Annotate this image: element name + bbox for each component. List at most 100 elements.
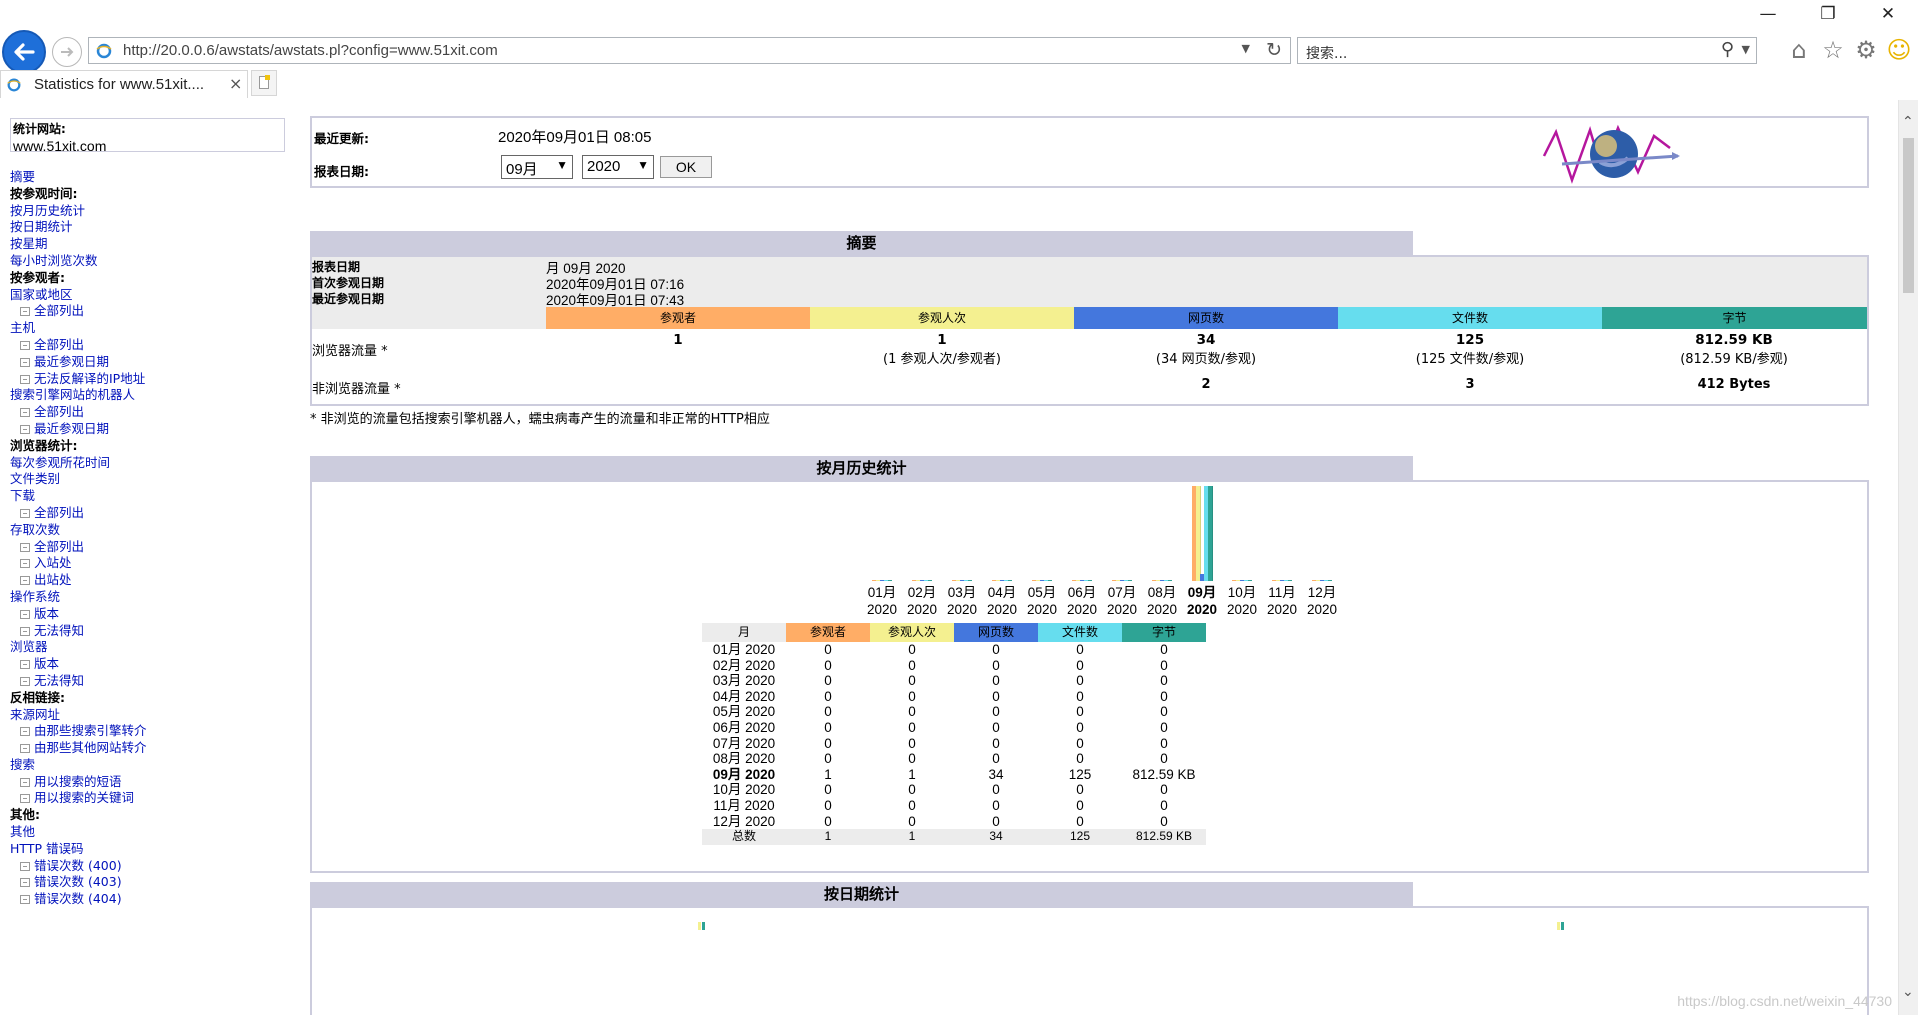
menu-link[interactable]: 最近参观日期 [10,421,290,438]
menu-item-label: 用以搜索的短语 [34,773,122,789]
address-dropdown-icon[interactable]: ▼ [1242,42,1250,55]
menu-link[interactable]: 主机 [10,320,290,337]
submenu-bullet-icon [20,542,30,552]
scroll-up-icon[interactable]: ⌃ [1902,114,1914,130]
favorites-star-icon[interactable]: ☆ [1818,36,1848,64]
menu-link[interactable]: 入站处 [10,555,290,572]
menu-link[interactable]: 错误次数 (403) [10,874,290,891]
month-axis-year: 2020 [906,602,938,617]
address-bar[interactable]: http://20.0.0.6/awstats/awstats.pl?confi… [88,37,1291,64]
back-button[interactable] [2,30,46,74]
menu-link[interactable]: 按星期 [10,236,290,253]
menu-item-label: 其他 [10,824,36,840]
browser-traffic-value: 1 [937,332,947,348]
menu-link[interactable]: 浏览器 [10,639,290,656]
month-bar [1008,580,1012,581]
menu-link[interactable]: 全部列出 [10,505,290,522]
menu-link[interactable]: 搜索引擎网站的机器人 [10,387,290,404]
submenu-bullet-icon [20,576,30,586]
menu-link[interactable]: 摘要 [10,169,290,186]
menu-item-label: 用以搜索的关键词 [34,790,135,806]
menu-heading: 浏览器统计: [10,438,290,455]
menu-items: 摘要 按参观时间: 按月历史统计 按日期统计 按星期 每小时浏览次数 按参观者: 国家或地区全… [10,169,290,908]
menu-heading: 反相链接: [10,690,290,707]
menu-link[interactable]: 国家或地区 [10,287,290,304]
menu-link[interactable]: 最近参观日期 [10,354,290,371]
menu-link[interactable]: 版本 [10,606,290,623]
menu-item-label: 最近参观日期 [34,420,110,436]
smiley-feedback-icon[interactable]: ☺ [1884,36,1914,64]
submenu-bullet-icon [20,626,30,636]
menu-link[interactable]: 下载 [10,488,290,505]
home-icon[interactable]: ⌂ [1784,36,1814,64]
month-axis-label: 05月 2020 [1022,584,1062,618]
settings-gear-icon[interactable]: ⚙ [1851,36,1881,64]
menu-link[interactable]: 版本 [10,656,290,673]
menu-link[interactable]: 全部列出 [10,539,290,556]
menu-link[interactable]: 用以搜索的关键词 [10,790,290,807]
browser-traffic-cell: 1 (1 参观人次/参观者) [810,332,1074,367]
scrollbar-thumb[interactable] [1903,138,1914,293]
menu-item-label: 按星期 [10,236,48,252]
menu-link[interactable]: 用以搜索的短语 [10,774,290,791]
menu-link[interactable]: 操作系统 [10,589,290,606]
menu-link[interactable]: 由那些其他网站转介 [10,740,290,757]
menu-link[interactable]: 其他 [10,824,290,841]
new-tab-button[interactable] [251,70,277,96]
menu-link[interactable]: 每小时浏览次数 [10,253,290,270]
menu-link[interactable]: 出站处 [10,572,290,589]
menu-link[interactable]: 全部列出 [10,303,290,320]
month-bar [1048,580,1052,581]
month-axis-label: 07月 2020 [1102,584,1142,618]
browser-traffic-value: 125 [1455,332,1485,348]
tab-title[interactable]: Statistics for www.51xit.... [34,76,204,93]
tab-close-icon[interactable]: × [229,74,242,93]
summary-col-header: 参观者 [546,307,810,329]
menu-link[interactable]: 每次参观所花时间 [10,455,290,472]
month-axis-month: 05月 [1027,585,1057,600]
info-box: 最近更新: 2020年09月01日 08:05 报表日期: 09月 ▼ 2020 ▼… [310,116,1869,188]
menu-item-label: 错误次数 (403) [34,874,122,890]
scroll-down-icon[interactable]: ⌄ [1902,984,1914,1000]
close-window-icon[interactable]: ✕ [1866,4,1910,24]
month-axis-month: 02月 [907,585,937,600]
address-url[interactable]: http://20.0.0.6/awstats/awstats.pl?confi… [123,42,498,59]
search-icon[interactable]: ⚲ [1721,39,1734,60]
search-placeholder[interactable]: 搜索... [1306,43,1347,63]
vertical-scrollbar[interactable]: ⌃ ⌄ [1898,100,1918,1015]
month-axis-label: 11月 2020 [1262,584,1302,618]
minimize-icon[interactable]: — [1746,4,1790,24]
menu-link[interactable]: 按日期统计 [10,219,290,236]
menu-link[interactable]: 存取次数 [10,522,290,539]
year-select[interactable]: 2020 ▼ [582,155,654,179]
menu-link[interactable]: 错误次数 (404) [10,891,290,908]
restore-icon[interactable]: ❐ [1806,4,1850,24]
menu-link[interactable]: HTTP 错误码 [10,841,290,858]
menu-link[interactable]: 由那些搜索引擎转介 [10,723,290,740]
menu-link[interactable]: 全部列出 [10,404,290,421]
month-axis-label: 03月 2020 [942,584,982,618]
menu-link[interactable]: 无法得知 [10,623,290,640]
search-box[interactable]: 搜索... ⚲ ▼ [1297,37,1757,64]
menu-link[interactable]: 无法反解译的IP地址 [10,371,290,388]
menu-link[interactable]: 文件类别 [10,471,290,488]
menu-item-label: 存取次数 [10,521,61,537]
browser-tab[interactable]: Statistics for www.51xit.... × [0,70,248,98]
watermark: https://blog.csdn.net/weixin_44730 [1677,993,1892,1009]
menu-link[interactable]: 搜索 [10,757,290,774]
month-select[interactable]: 09月 ▼ [501,155,573,179]
last-visit-value: 2020年09月01日 07:43 [546,293,685,308]
refresh-icon[interactable]: ↻ [1266,39,1282,61]
forward-button[interactable] [52,37,82,67]
submenu-bullet-icon [20,660,30,670]
month-bar [968,580,972,581]
menu-link[interactable]: 无法得知 [10,673,290,690]
ok-button[interactable]: OK [660,156,712,178]
search-dropdown-icon[interactable]: ▼ [1742,43,1750,56]
menu-link[interactable]: 按月历史统计 [10,203,290,220]
menu-link[interactable]: 错误次数 (400) [10,858,290,875]
menu-link[interactable]: 来源网址 [10,707,290,724]
month-bar [1128,580,1132,581]
menu-link[interactable]: 全部列出 [10,337,290,354]
submenu-bullet-icon [20,895,30,905]
